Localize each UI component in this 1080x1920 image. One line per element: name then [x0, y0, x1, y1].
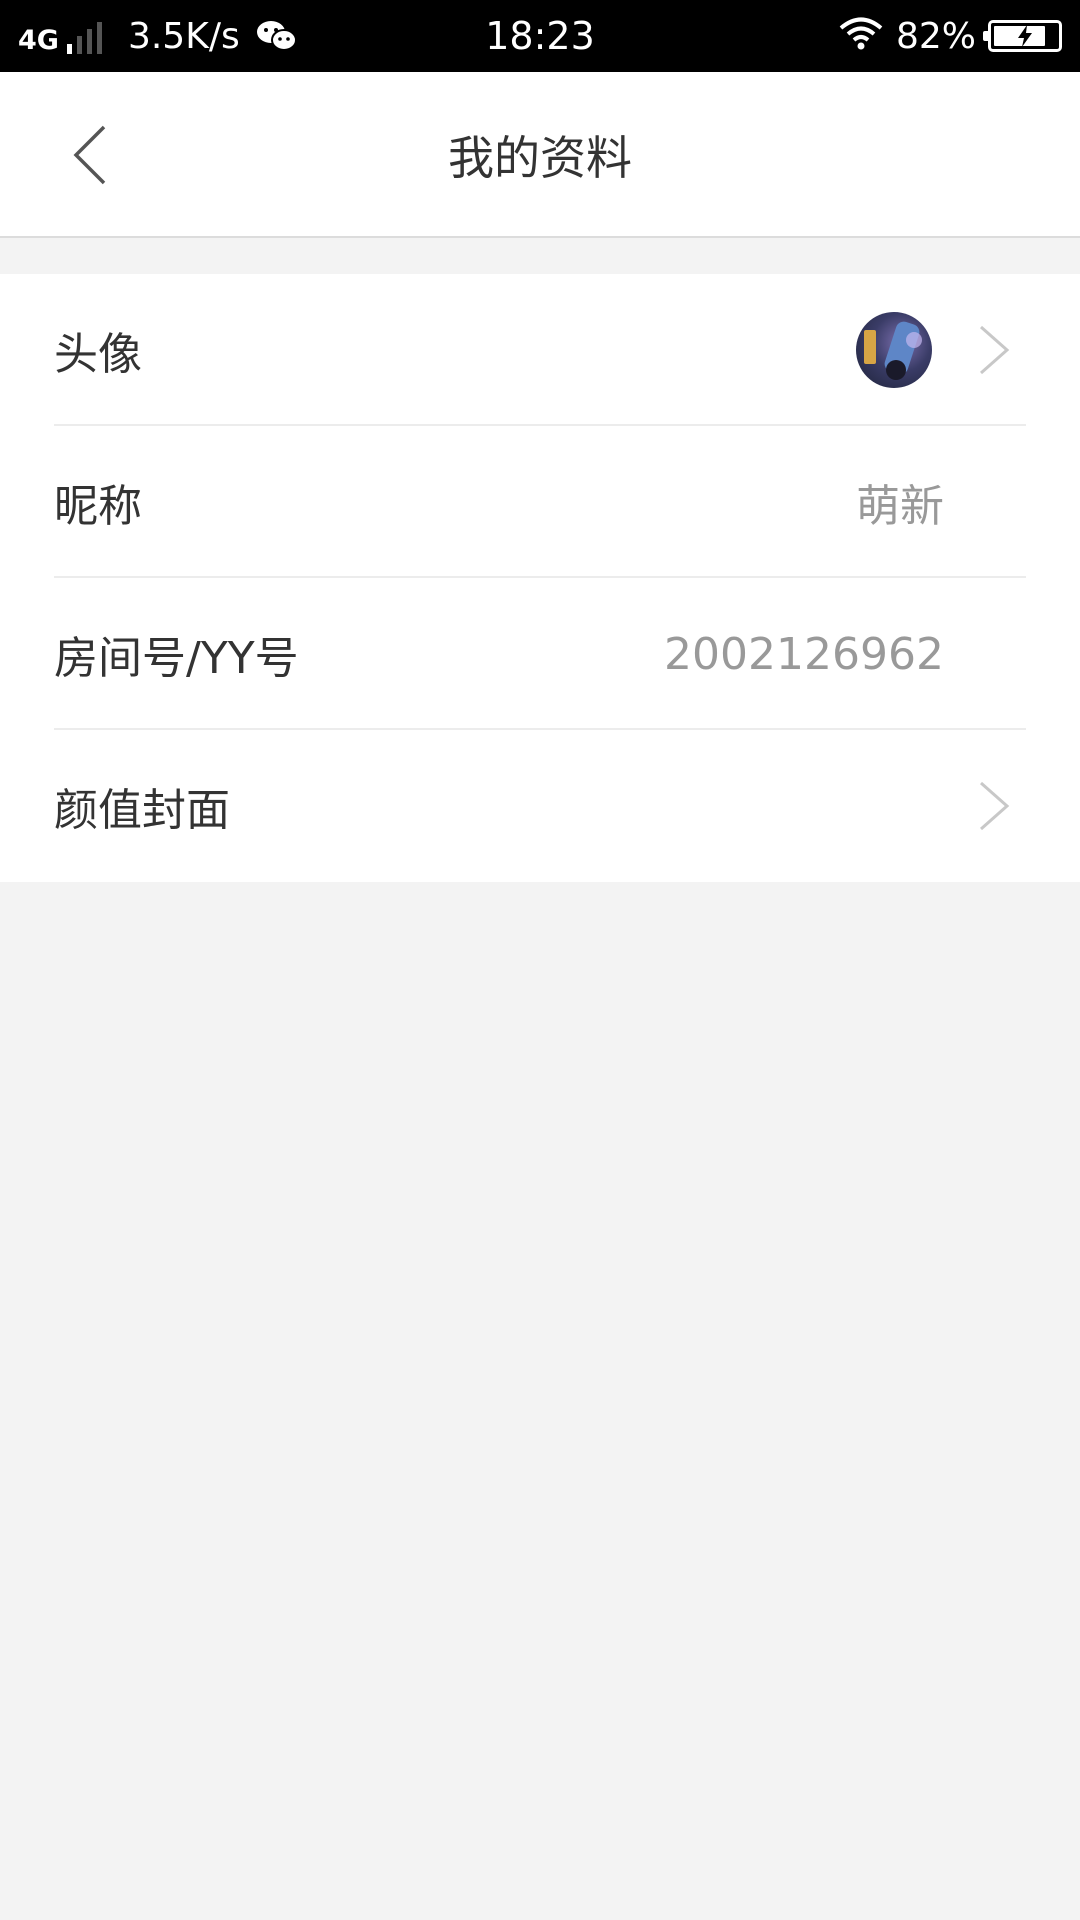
- status-right: 82%: [838, 0, 1062, 72]
- wechat-icon: [256, 19, 298, 57]
- row-label: 房间号/YY号: [54, 633, 299, 684]
- wifi-icon: [838, 17, 884, 55]
- page-title: 我的资料: [448, 131, 632, 185]
- profile-list: 头像 昵称 萌新 房间号/YY号 2002126962 颜值封面: [0, 274, 1080, 882]
- status-bar: 4G 3.5K/s 18:23 82%: [0, 0, 1080, 72]
- back-button[interactable]: [60, 122, 120, 192]
- signal-icon: [66, 22, 102, 54]
- network-speed: 3.5K/s: [127, 15, 240, 57]
- nickname-value: 萌新: [856, 481, 944, 532]
- battery-percent: 82%: [895, 15, 976, 57]
- network-type: 4G: [18, 24, 59, 56]
- room-id-value: 2002126962: [664, 628, 944, 680]
- row-cover[interactable]: 颜值封面: [54, 730, 1026, 882]
- row-label: 头像: [54, 329, 142, 380]
- row-label: 昵称: [54, 481, 142, 532]
- chevron-right-icon: [974, 324, 1014, 376]
- row-nickname[interactable]: 昵称 萌新: [54, 426, 1026, 578]
- chevron-right-icon: [974, 780, 1014, 832]
- battery-charging-icon: [983, 20, 1062, 52]
- row-label: 颜值封面: [54, 785, 230, 836]
- nav-header: 我的资料: [0, 72, 1080, 238]
- row-room-id[interactable]: 房间号/YY号 2002126962: [54, 578, 1026, 730]
- avatar[interactable]: [856, 312, 932, 388]
- row-avatar[interactable]: 头像: [54, 274, 1026, 426]
- chevron-left-icon: [70, 124, 110, 190]
- network-status: 4G 3.5K/s: [18, 0, 298, 72]
